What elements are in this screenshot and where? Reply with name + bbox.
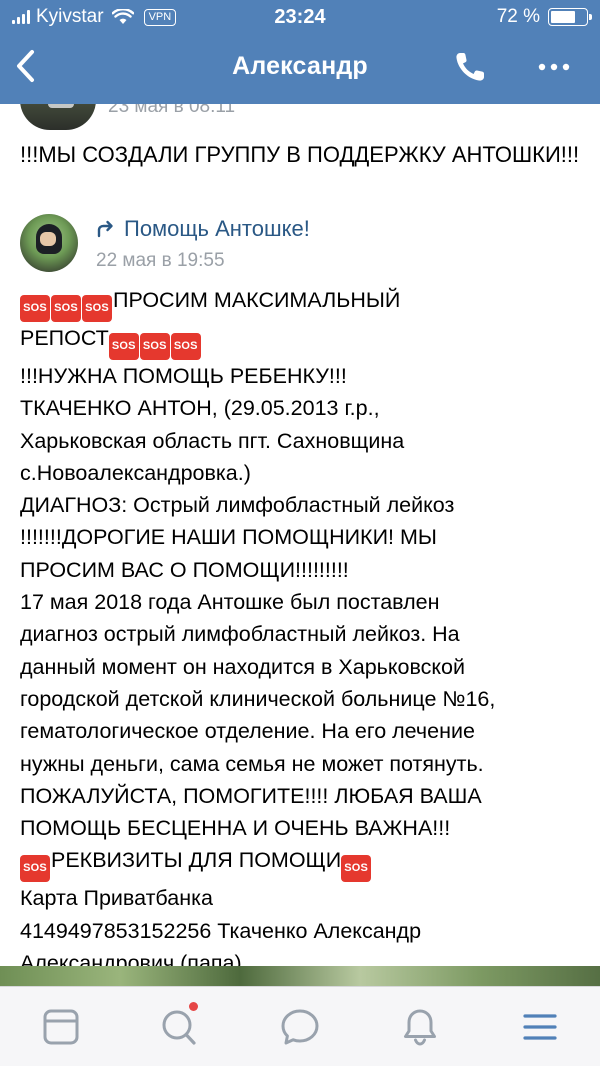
more-options-icon[interactable] — [534, 49, 574, 85]
notifications-icon — [404, 1009, 436, 1046]
text-line: ПОМОЩЬ БЕСЦЕННА И ОЧЕНЬ ВАЖНА!!! — [20, 816, 451, 841]
post-content[interactable]: 23 мая в 08:11 !!!МЫ СОЗДАЛИ ГРУППУ В ПО… — [0, 104, 600, 986]
text-line-content: ПРОСИМ МАКСИМАЛЬНЫЙ — [113, 288, 401, 312]
text-line: данный момент он находится в Харьковской — [20, 654, 466, 679]
text-line: диагноз острый лимфобластный лейкоз. На — [20, 622, 460, 647]
text-line: ДИАГНОЗ: Острый лимфобластный лейкоз — [20, 493, 455, 518]
text-line: SOS РЕКВИЗИТЫ ДЛЯ ПОМОЩИ SOS — [20, 844, 590, 883]
text-line: !!!!!!!ДОРОГИЕ НАШИ ПОМОЩНИКИ! МЫ — [20, 525, 437, 550]
battery-icon — [548, 8, 592, 26]
text-line: РЕПОСТ SOS SOS SOS — [20, 322, 590, 360]
sos-emoji-icon: SOS — [108, 333, 139, 360]
sos-emoji-icon: SOS — [51, 295, 81, 322]
tab-menu[interactable] — [518, 1005, 562, 1049]
attached-photo[interactable] — [0, 966, 600, 986]
text-line: SOS SOS SOS ПРОСИМ МАКСИМАЛЬНЫЙ — [20, 284, 590, 322]
sos-emoji-icon: SOS — [139, 333, 170, 360]
battery-percent: 72 % — [496, 6, 540, 27]
text-line: Харьковская область пгт. Сахновщина — [20, 428, 405, 453]
sos-emoji-icon: SOS — [20, 295, 50, 322]
repost-source-avatar[interactable] — [20, 214, 78, 272]
repost-source-link[interactable]: Помощь Антошке! — [96, 216, 310, 242]
repost-source-name[interactable]: Помощь Антошке! — [124, 216, 310, 242]
post-text: !!!МЫ СОЗДАЛИ ГРУППУ В ПОДДЕРЖКУ АНТОШКИ… — [20, 142, 580, 167]
phone-icon[interactable] — [452, 49, 488, 85]
battery-fill — [551, 11, 575, 23]
text-line: с.Новоалександровка.) — [20, 460, 251, 485]
text-line: нужны деньги, сама семья не может потяну… — [20, 751, 484, 776]
news-icon — [43, 1009, 79, 1045]
page-title: Александр — [232, 52, 368, 80]
menu-icon — [523, 1014, 557, 1040]
tab-search[interactable] — [158, 1002, 202, 1049]
text-line: ПОЖАЛУЙСТА, ПОМОГИТЕ!!!! ЛЮБАЯ ВАША — [20, 783, 482, 808]
post-date: 23 мая в 08:11 — [108, 104, 236, 117]
text-line: 17 мая 2018 года Антошке был поставлен — [20, 590, 440, 615]
status-right: 72 % — [496, 6, 592, 28]
search-icon — [162, 1010, 196, 1045]
text-line: ТКАЧЕНКО АНТОН, (29.05.2013 г.р., — [20, 396, 380, 421]
status-bar: Kyivstar VPN 23:24 72 % — [0, 0, 600, 36]
author-avatar[interactable] — [20, 104, 96, 130]
app-header: Kyivstar VPN 23:24 72 % Александр — [0, 0, 600, 104]
repost-arrow-icon — [97, 220, 113, 238]
bottom-tab-bar — [0, 986, 600, 1066]
repost-header[interactable]: Помощь Антошке! 22 мая в 19:55 — [20, 214, 580, 284]
text-line: 4149497853152256 Ткаченко Александр — [20, 918, 422, 943]
text-line-content: РЕПОСТ — [20, 326, 109, 350]
text-line-content: РЕКВИЗИТЫ ДЛЯ ПОМОЩИ — [51, 848, 342, 873]
sos-emoji-icon: SOS — [82, 295, 112, 322]
navigation-bar: Александр — [0, 36, 600, 100]
messages-icon — [281, 1009, 319, 1045]
sos-emoji-icon: SOS — [20, 855, 50, 883]
text-line: городской детской клинической больнице №… — [20, 686, 496, 711]
repost-text: SOS SOS SOS ПРОСИМ МАКСИМАЛЬНЫЙ РЕПОСТ SOS SO… — [20, 284, 590, 979]
tab-messages[interactable] — [278, 1005, 322, 1049]
tab-news[interactable] — [39, 1005, 83, 1049]
notification-dot — [189, 1002, 198, 1011]
text-line: !!!НУЖНА ПОМОЩЬ РЕБЕНКУ!!! — [20, 364, 347, 388]
repost-date: 22 мая в 19:55 — [96, 250, 225, 271]
text-line: ПРОСИМ ВАС О ПОМОЩИ!!!!!!!!! — [20, 557, 349, 582]
text-line: Карта Приватбанка — [20, 886, 213, 911]
tab-notifications[interactable] — [398, 1005, 442, 1049]
text-line: гематологическое отделение. На его лечен… — [20, 719, 475, 744]
sos-emoji-icon: SOS — [170, 333, 201, 360]
sos-emoji-icon: SOS — [341, 855, 372, 883]
